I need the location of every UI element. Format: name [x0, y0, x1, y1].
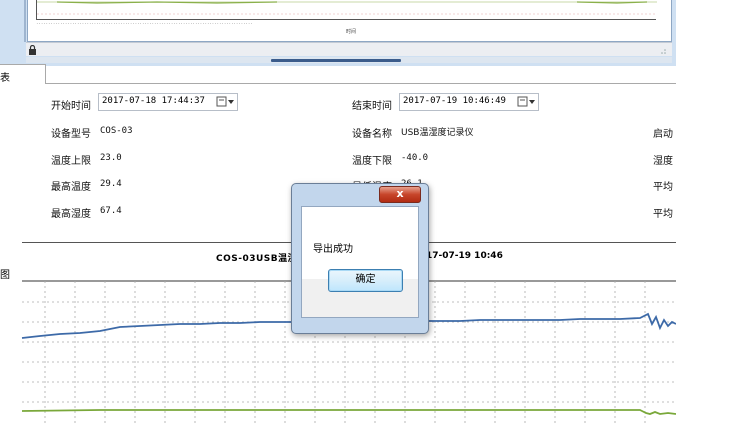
start-time-picker[interactable]: 2017-07-18 17:44:37	[98, 93, 238, 111]
window-frame-left	[24, 0, 26, 42]
max-humidity-label: 最高湿度	[51, 209, 91, 220]
dialog-message: 导出成功	[313, 244, 353, 255]
max-temp-label: 最高温度	[51, 182, 91, 193]
temp-lower-value: -40.0	[401, 153, 429, 163]
device-name-value: USB温湿度记录仪	[401, 128, 474, 138]
scrollbar-thumb[interactable]	[271, 59, 401, 62]
top-window: ········································…	[0, 0, 676, 66]
avg-label-partial-1: 平均	[653, 182, 673, 193]
temp-upper-label: 温度上限	[51, 156, 91, 167]
window-content: ········································…	[27, 0, 672, 42]
dialog-body: 导出成功	[301, 206, 419, 318]
start-time-label: 开始时间	[51, 101, 91, 112]
max-humidity-value: 67.4	[100, 206, 122, 216]
device-name-label: 设备名称	[352, 129, 392, 140]
mini-chart-plot	[37, 1, 657, 15]
status-bar	[26, 42, 672, 56]
avg-label-partial-2: 平均	[653, 209, 673, 220]
lock-icon	[29, 45, 36, 55]
horizontal-scrollbar[interactable]	[26, 57, 672, 63]
calendar-dropdown-icon[interactable]	[216, 96, 236, 108]
resize-grip-icon[interactable]	[658, 46, 666, 54]
close-button[interactable]: x	[379, 186, 421, 203]
mini-chart	[36, 0, 657, 20]
tab-divider	[46, 83, 676, 84]
end-time-label: 结束时间	[352, 101, 392, 112]
start-label-partial: 启动	[653, 129, 673, 140]
temp-upper-value: 23.0	[100, 153, 122, 163]
end-time-picker[interactable]: 2017-07-19 10:46:49	[399, 93, 539, 111]
mini-chart-xlabel: 时间	[346, 29, 357, 35]
temp-lower-label: 温度下限	[352, 156, 392, 167]
device-model-label: 设备型号	[51, 129, 91, 140]
tab-report[interactable]: 表	[0, 64, 46, 84]
calendar-dropdown-icon[interactable]	[517, 96, 537, 108]
export-success-dialog: x 导出成功 确定	[291, 183, 429, 334]
ok-button[interactable]: 确定	[328, 269, 403, 292]
end-time-value[interactable]: 2017-07-19 10:46:49	[403, 96, 506, 106]
humidity-label-partial: 湿度	[653, 156, 673, 167]
start-time-value[interactable]: 2017-07-18 17:44:37	[102, 96, 205, 106]
temperature-series-line	[21, 409, 676, 415]
max-temp-value: 29.4	[100, 179, 122, 189]
device-model-value: COS-03	[100, 126, 133, 136]
